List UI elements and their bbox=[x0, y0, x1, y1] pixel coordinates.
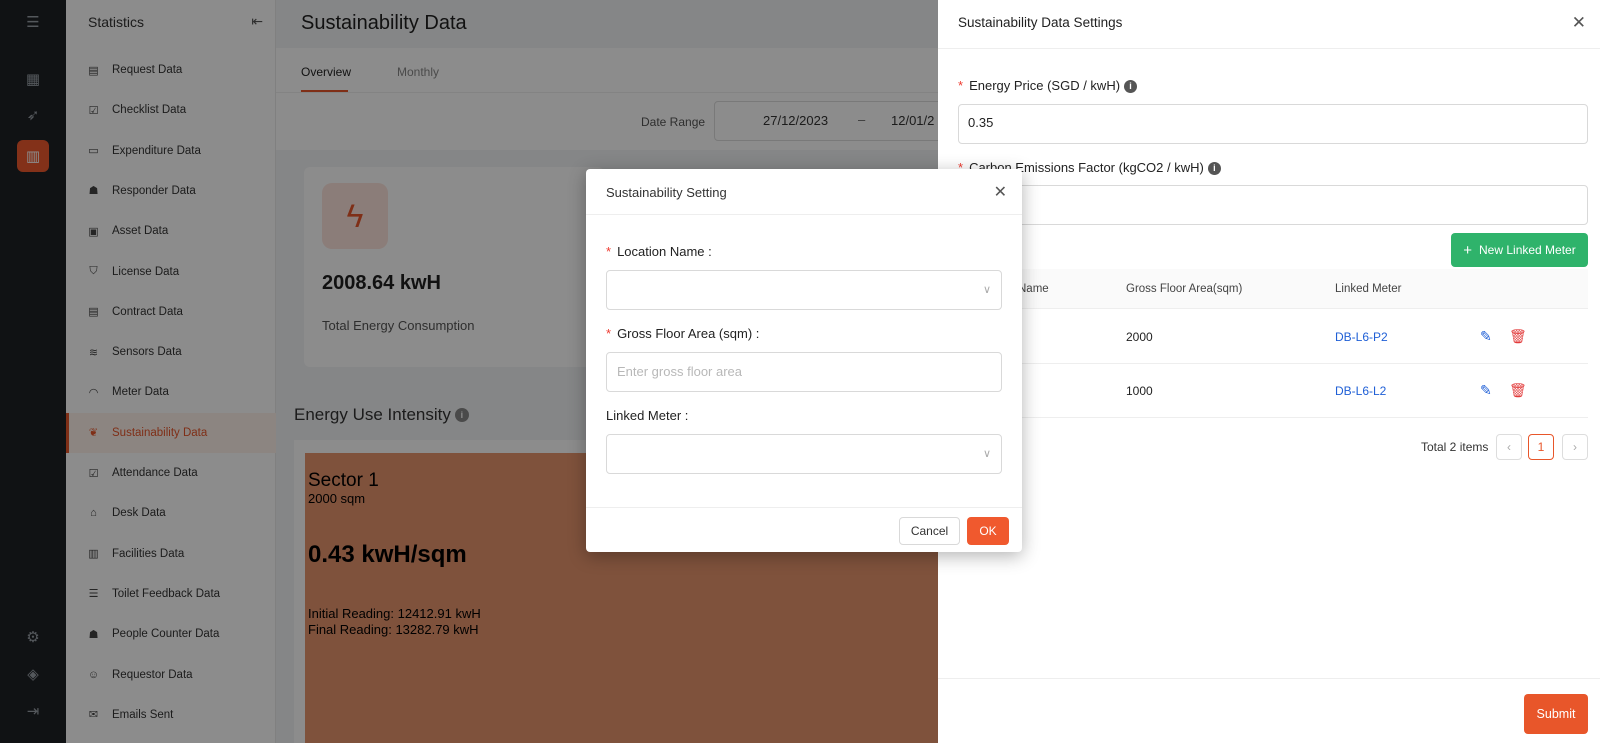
next-page-button[interactable]: › bbox=[1562, 434, 1588, 460]
drawer-title: Sustainability Data Settings bbox=[958, 15, 1123, 30]
column-header-name: Name bbox=[1018, 283, 1049, 295]
gross-floor-area-label: * Gross Floor Area (sqm) : bbox=[606, 326, 760, 341]
delete-icon[interactable]: 🗑 bbox=[1509, 382, 1527, 399]
cancel-button[interactable]: Cancel bbox=[899, 517, 960, 545]
chevron-down-icon: ∨ bbox=[982, 448, 991, 460]
prev-page-button[interactable]: ‹ bbox=[1496, 434, 1522, 460]
info-icon[interactable]: i bbox=[1124, 79, 1138, 93]
delete-icon[interactable]: 🗑 bbox=[1509, 328, 1527, 345]
row-area: 2000 bbox=[1126, 330, 1153, 344]
row-area: 1000 bbox=[1126, 384, 1153, 398]
row-meter-link[interactable]: DB-L6-L2 bbox=[1335, 384, 1386, 398]
modal-title: Sustainability Setting bbox=[606, 185, 727, 200]
linked-meter-label-text: Linked Meter bbox=[606, 408, 682, 423]
new-linked-meter-button[interactable]: + New Linked Meter bbox=[1451, 233, 1588, 267]
location-name-label: * Location Name : bbox=[606, 244, 712, 259]
linked-meter-label: Linked Meter : bbox=[606, 408, 689, 423]
linked-meter-select[interactable]: ∨ bbox=[606, 434, 1002, 474]
submit-button[interactable]: Submit bbox=[1524, 694, 1588, 734]
modal-header: Sustainability Setting ✕ bbox=[586, 169, 1022, 215]
modal-footer: Cancel OK bbox=[586, 507, 1022, 552]
carbon-factor-input[interactable] bbox=[958, 185, 1588, 225]
plus-icon: + bbox=[1463, 241, 1473, 259]
table-row: 1000 DB-L6-L2 ✎ 🗑 bbox=[958, 364, 1588, 418]
edit-icon[interactable]: ✎ bbox=[1480, 382, 1492, 399]
location-name-label-text: Location Name bbox=[617, 244, 705, 259]
close-icon[interactable]: ✕ bbox=[1572, 13, 1586, 33]
gross-floor-area-label-text: Gross Floor Area (sqm) bbox=[617, 326, 753, 341]
ok-button[interactable]: OK bbox=[967, 517, 1009, 545]
column-header-meter: Linked Meter bbox=[1335, 283, 1402, 295]
drawer-header: Sustainability Data Settings ✕ bbox=[938, 0, 1600, 49]
energy-price-label-text: Energy Price (SGD / kwH) bbox=[969, 78, 1121, 93]
table-header: Name Gross Floor Area(sqm) Linked Meter bbox=[958, 269, 1588, 309]
energy-price-label: * Energy Price (SGD / kwH) i bbox=[958, 78, 1138, 93]
close-icon[interactable]: ✕ bbox=[994, 182, 1007, 202]
chevron-down-icon: ∨ bbox=[982, 284, 991, 296]
new-linked-meter-label: New Linked Meter bbox=[1479, 243, 1576, 257]
location-name-select[interactable]: ∨ bbox=[606, 270, 1002, 310]
settings-drawer: Sustainability Data Settings ✕ * Energy P… bbox=[938, 0, 1600, 743]
info-icon[interactable]: i bbox=[1207, 161, 1221, 175]
drawer-footer: Submit bbox=[938, 678, 1600, 743]
row-meter-link[interactable]: DB-L6-P2 bbox=[1335, 330, 1388, 344]
table-row: 2000 DB-L6-P2 ✎ 🗑 bbox=[958, 310, 1588, 364]
edit-icon[interactable]: ✎ bbox=[1480, 328, 1492, 345]
gross-floor-area-input[interactable]: Enter gross floor area bbox=[606, 352, 1002, 392]
pagination-total: Total 2 items bbox=[1421, 440, 1489, 454]
page-number-button[interactable]: 1 bbox=[1528, 434, 1554, 460]
sustainability-setting-modal: Sustainability Setting ✕ * Location Name … bbox=[586, 169, 1022, 552]
energy-price-input[interactable]: 0.35 bbox=[958, 104, 1588, 144]
column-header-area: Gross Floor Area(sqm) bbox=[1126, 283, 1243, 295]
